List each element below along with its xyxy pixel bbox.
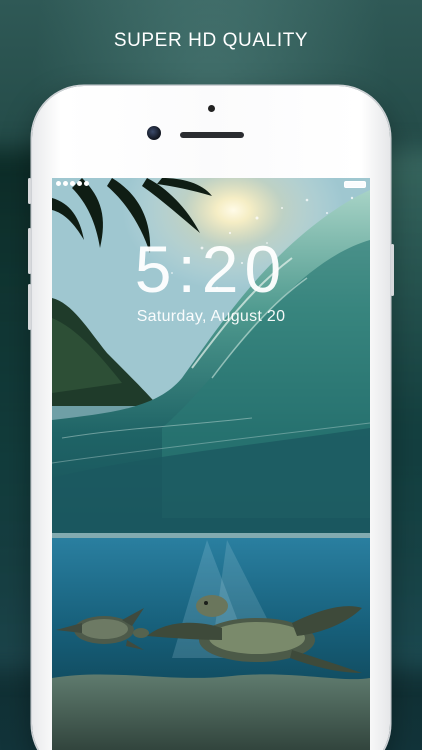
phone-mockup: 5:20 Saturday, August 20	[28, 86, 394, 750]
proximity-sensor	[208, 105, 215, 112]
lock-screen-date: Saturday, August 20	[136, 308, 286, 325]
app-store-screenshot: SUPER HD QUALITY 5:20 Saturday, August 2…	[0, 0, 422, 750]
phone-volume-up	[28, 228, 31, 274]
battery-icon	[344, 181, 366, 188]
lock-screen: 5:20 Saturday, August 20	[52, 178, 370, 750]
phone-volume-down	[28, 284, 31, 330]
phone-mute-switch	[28, 178, 31, 204]
lock-screen-time: 5:20	[134, 232, 288, 306]
signal-dots-icon	[56, 181, 89, 186]
phone-power-button	[391, 244, 394, 296]
headline-text: SUPER HD QUALITY	[113, 30, 309, 51]
earpiece-speaker	[180, 132, 244, 138]
front-camera-icon	[147, 126, 161, 140]
